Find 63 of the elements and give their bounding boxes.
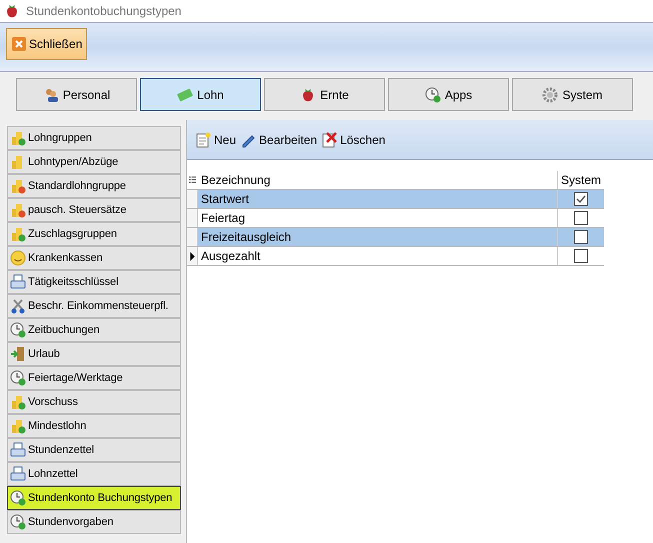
printer-icon [10, 274, 26, 290]
smiley-icon [10, 250, 26, 266]
printer-icon [10, 466, 26, 482]
sidebar-item[interactable]: Standardlohngruppe [7, 174, 181, 198]
coin-stack-icon [10, 202, 26, 218]
strawberry-icon [4, 3, 20, 19]
column-header[interactable]: Bezeichnung [198, 171, 558, 189]
table-cell: Ausgezahlt [198, 247, 558, 265]
coin-stack-icon [10, 418, 26, 434]
gear-icon [542, 86, 558, 102]
sidebar-item[interactable]: Urlaub [7, 342, 181, 366]
table-row[interactable]: Startwert [187, 190, 604, 209]
toolbar-button[interactable]: Neu [193, 132, 238, 148]
module-tab[interactable]: System [512, 78, 633, 111]
window-title: Stundenkontobuchungstypen [26, 4, 182, 18]
table-cell: Startwert [198, 190, 558, 208]
new-document-icon [195, 132, 211, 148]
scissors-icon [10, 298, 26, 314]
sidebar-item[interactable]: Feiertage/Werktage [7, 366, 181, 390]
delete-icon [321, 132, 338, 148]
system-checkbox[interactable] [574, 249, 588, 263]
sidebar-item[interactable]: Lohnzettel [7, 462, 181, 486]
module-tab[interactable]: Lohn [140, 78, 261, 111]
coin-stack-icon [10, 130, 26, 146]
sidebar-item[interactable]: Lohngruppen [7, 126, 181, 150]
system-checkbox[interactable] [574, 230, 588, 244]
column-chooser-icon[interactable] [189, 176, 196, 184]
sidebar-item[interactable]: pausch. Steuersätze [7, 198, 181, 222]
sidebar-item[interactable]: Mindestlohn [7, 414, 181, 438]
table-row[interactable]: Freizeitausgleich [187, 228, 604, 247]
module-tab[interactable]: Apps [388, 78, 509, 111]
sidebar-item[interactable]: Zuschlagsgruppen [7, 222, 181, 246]
sidebar-item[interactable]: Vorschuss [7, 390, 181, 414]
coin-stack-icon [10, 226, 26, 242]
sidebar-item[interactable]: Stundenkonto Buchungstypen [7, 486, 181, 510]
coin-stack-icon [10, 394, 26, 410]
module-tab[interactable]: Personal [16, 78, 137, 111]
door-icon [10, 346, 26, 362]
system-checkbox[interactable] [574, 211, 588, 225]
clock-icon [10, 370, 26, 386]
toolbar-button[interactable]: Löschen [319, 132, 388, 148]
clock-icon [10, 514, 26, 530]
clock-icon [424, 86, 441, 102]
table-row[interactable]: Ausgezahlt [187, 247, 604, 266]
toolbar-button[interactable]: Bearbeiten [238, 132, 320, 148]
sidebar-item[interactable]: Beschr. Einkommensteuerpfl. [7, 294, 181, 318]
clock-icon [10, 490, 26, 506]
coin-stack-icon [10, 178, 26, 194]
printer-icon [10, 442, 26, 458]
sidebar-item[interactable]: Tätigkeitsschlüssel [7, 270, 181, 294]
sidebar-item[interactable]: Zeitbuchungen [7, 318, 181, 342]
column-header[interactable]: System [558, 171, 604, 189]
table-cell: Feiertag [198, 209, 558, 227]
sidebar-item[interactable]: Lohntypen/Abzüge [7, 150, 181, 174]
module-tab[interactable]: Ernte [264, 78, 385, 111]
table-cell: Freizeitausgleich [198, 228, 558, 246]
sidebar-item[interactable]: Krankenkassen [7, 246, 181, 270]
clock-icon [10, 322, 26, 338]
sidebar-item[interactable]: Stundenvorgaben [7, 510, 181, 534]
sidebar-item[interactable]: Stundenzettel [7, 438, 181, 462]
close-icon [11, 36, 27, 52]
system-checkbox[interactable] [574, 192, 588, 206]
close-button[interactable]: Schließen [6, 28, 88, 60]
